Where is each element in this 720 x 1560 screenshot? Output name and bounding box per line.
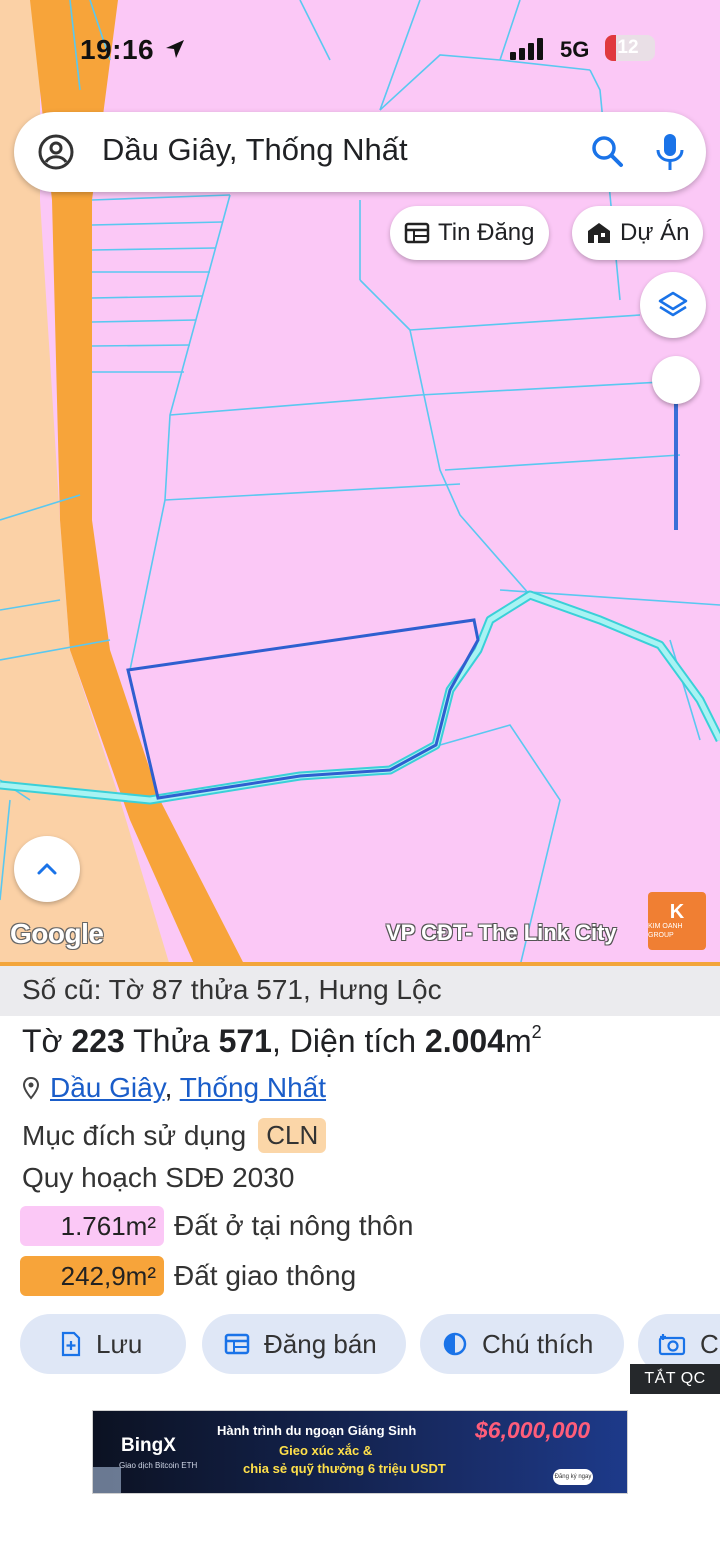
battery-icon: 12 (605, 35, 655, 61)
hide-ads-button[interactable]: TẮT QC (630, 1364, 720, 1394)
ad-banner[interactable]: BingX Giao dịch Bitcoin ETH Hành trình d… (92, 1410, 628, 1494)
zone-label: Đất ở tại nông thôn (174, 1210, 414, 1241)
microphone-icon[interactable] (650, 130, 690, 174)
parcel-info-sheet: Số cũ: Tờ 87 thửa 571, Hưng Lộc Tờ 223 T… (0, 962, 720, 1560)
ad-amount: $6,000,000 (475, 1417, 591, 1443)
ad-line-3: chia sẻ quỹ thưởng 6 triệu USDT (243, 1461, 446, 1476)
expand-button[interactable] (14, 836, 80, 902)
district-link[interactable]: Dầu Giây (50, 1072, 165, 1103)
location-arrow-icon (166, 40, 184, 58)
ad-line-2: Gieo xúc xắc & (279, 1443, 373, 1458)
projects-chip[interactable]: Dự Án (572, 206, 704, 260)
plan-label: Quy hoạch SDĐ 2030 (22, 1162, 295, 1193)
legend-button[interactable]: Chú thích (420, 1314, 624, 1374)
zone-area: 242,9m² (20, 1256, 164, 1296)
listing-icon (404, 222, 430, 244)
battery-level: 12 (617, 37, 639, 58)
network-type: 5G (560, 37, 590, 62)
sheet-number: 223 (71, 1023, 125, 1059)
parcel-title: Tờ 223 Thửa 571, Diện tích 2.004m2 (22, 1022, 542, 1059)
plot-number: 571 (218, 1023, 272, 1059)
sponsor-logo[interactable]: K KIM OANH GROUP (648, 892, 706, 950)
map-view[interactable]: 19:16 5G 12 Dầu Giây, Thống Nhất Tin Đăn… (0, 0, 720, 966)
search-bar[interactable]: Dầu Giây, Thống Nhất (14, 112, 706, 192)
signal-icon (510, 38, 543, 60)
listing-icon (224, 1333, 250, 1355)
contrast-icon (443, 1332, 467, 1356)
location-pin-icon (22, 1076, 40, 1100)
account-icon[interactable] (36, 132, 76, 172)
action-bar: Lưu Đăng bán Chú thích C (0, 1314, 720, 1376)
ad-cta-button[interactable]: Đăng ký ngay (553, 1469, 593, 1485)
land-purpose: Mục đích sử dụng CLN (22, 1118, 327, 1153)
chevron-up-icon (37, 863, 57, 875)
post-sale-button[interactable]: Đăng bán (202, 1314, 406, 1374)
ad-brand: BingX (121, 1435, 176, 1456)
old-reference: Số cũ: Tờ 87 thửa 571, Hưng Lộc (0, 966, 720, 1016)
area-value: 2.004 (424, 1023, 505, 1059)
listings-chip-label: Tin Đăng (438, 219, 535, 246)
zone-row: 242,9m² Đất giao thông (20, 1256, 356, 1296)
opacity-slider-handle[interactable] (652, 356, 700, 404)
camera-icon (658, 1334, 686, 1356)
status-bar: 19:16 5G 12 (0, 30, 720, 70)
parcel-address: Dầu Giây, Thống Nhất (22, 1072, 326, 1104)
google-logo: Google (10, 918, 104, 949)
ad-brand-subtitle: Giao dịch Bitcoin ETH (119, 1461, 198, 1470)
layers-icon (658, 291, 688, 317)
zone-label: Đất giao thông (174, 1260, 357, 1291)
zone-area: 1.761m² (20, 1206, 164, 1246)
map-watermark: VP CĐT- The Link City (386, 920, 617, 945)
ad-choices-icon[interactable] (93, 1467, 121, 1493)
listings-chip[interactable]: Tin Đăng (390, 206, 549, 260)
save-button[interactable]: Lưu (20, 1314, 186, 1374)
projects-chip-label: Dự Án (620, 219, 690, 246)
zone-row: 1.761m² Đất ở tại nông thôn (20, 1206, 413, 1246)
add-file-icon (61, 1331, 81, 1357)
commune-link[interactable]: Thống Nhất (180, 1072, 326, 1103)
purpose-code-badge: CLN (258, 1118, 327, 1153)
status-time: 19:16 (80, 34, 155, 65)
search-input[interactable]: Dầu Giây, Thống Nhất (102, 132, 408, 168)
layers-button[interactable] (640, 272, 706, 338)
ad-headline: Hành trình du ngoạn Giáng Sinh (217, 1423, 417, 1438)
building-icon (588, 223, 610, 243)
search-icon[interactable] (588, 132, 628, 172)
